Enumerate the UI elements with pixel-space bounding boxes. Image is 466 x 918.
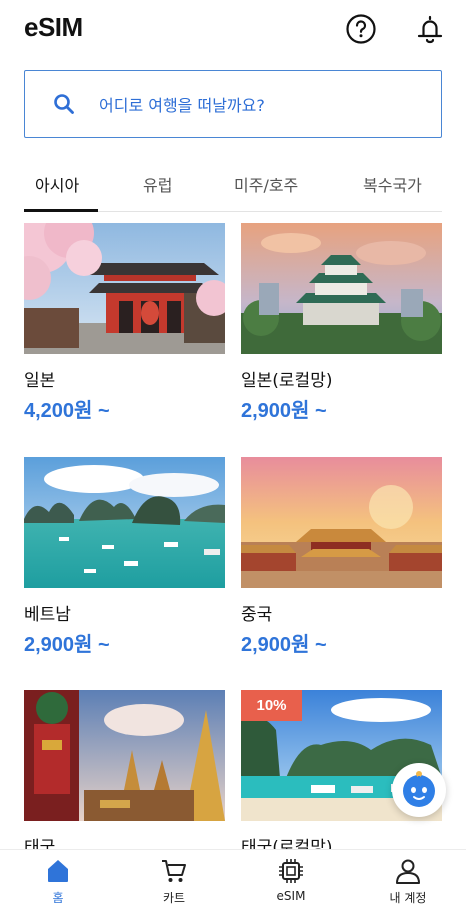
user-icon: [396, 859, 420, 884]
cart-icon: [162, 860, 186, 882]
discount-badge: 10%: [241, 690, 302, 721]
chatbot-button[interactable]: [392, 763, 446, 817]
product-price: 2,900원 ~: [241, 634, 327, 656]
nav-home-label: 홈: [52, 891, 64, 905]
product-price: 4,200원 ~: [24, 400, 110, 422]
tab-active-indicator: [24, 209, 98, 212]
nav-account-label: 내 계정: [389, 891, 427, 905]
nav-account[interactable]: 내 계정: [350, 850, 466, 918]
search-bar[interactable]: 어디로 여행을 떠날까요?: [24, 70, 442, 138]
product-name: 중국: [241, 605, 273, 625]
app-header: eSIM: [0, 0, 466, 60]
product-name: 베트남: [24, 605, 71, 625]
product-card-china[interactable]: 중국 2,900원 ~: [241, 457, 442, 657]
product-image-japan: [24, 223, 225, 354]
product-price: 2,900원 ~: [241, 400, 327, 422]
product-card-japan[interactable]: 일본 4,200원 ~: [24, 223, 225, 423]
chatbot-icon: [403, 771, 435, 807]
nav-esim[interactable]: eSIM: [233, 850, 349, 918]
question-circle-icon: [346, 14, 376, 44]
nav-cart-label: 카트: [162, 891, 186, 905]
notification-button[interactable]: [413, 12, 447, 46]
nav-esim-label: eSIM: [276, 889, 306, 903]
region-tabs: 아시아 유럽 미주/호주 복수국가: [0, 162, 466, 214]
product-card-japan-local[interactable]: 일본(로컬망) 2,900원 ~: [241, 223, 442, 423]
app-title: eSIM: [24, 12, 83, 42]
help-button[interactable]: [344, 12, 378, 46]
product-image-vietnam: [24, 457, 225, 588]
product-name: 일본(로컬망): [241, 371, 333, 391]
chip-icon: [279, 859, 303, 883]
tab-europe[interactable]: 유럽: [143, 172, 172, 196]
tab-asia[interactable]: 아시아: [35, 172, 79, 196]
product-card-thailand[interactable]: 태국: [24, 690, 225, 861]
nav-cart[interactable]: 카트: [116, 850, 232, 918]
bell-icon: [417, 15, 443, 44]
product-name: 일본: [24, 371, 56, 391]
product-card-vietnam[interactable]: 베트남 2,900원 ~: [24, 457, 225, 657]
nav-home[interactable]: 홈: [0, 850, 116, 918]
product-price: 2,900원 ~: [24, 634, 110, 656]
bottom-navigation: 홈 카트 eSIM 내 계정: [0, 849, 466, 918]
tab-americas-oceania[interactable]: 미주/호주: [234, 172, 298, 196]
product-image-japan-local: [241, 223, 442, 354]
search-icon: [54, 94, 74, 114]
tab-multi-country[interactable]: 복수국가: [363, 172, 422, 196]
product-image-china: [241, 457, 442, 588]
product-image-thailand: [24, 690, 225, 821]
search-placeholder: 어디로 여행을 떠날까요?: [99, 96, 265, 115]
home-icon: [48, 860, 68, 882]
